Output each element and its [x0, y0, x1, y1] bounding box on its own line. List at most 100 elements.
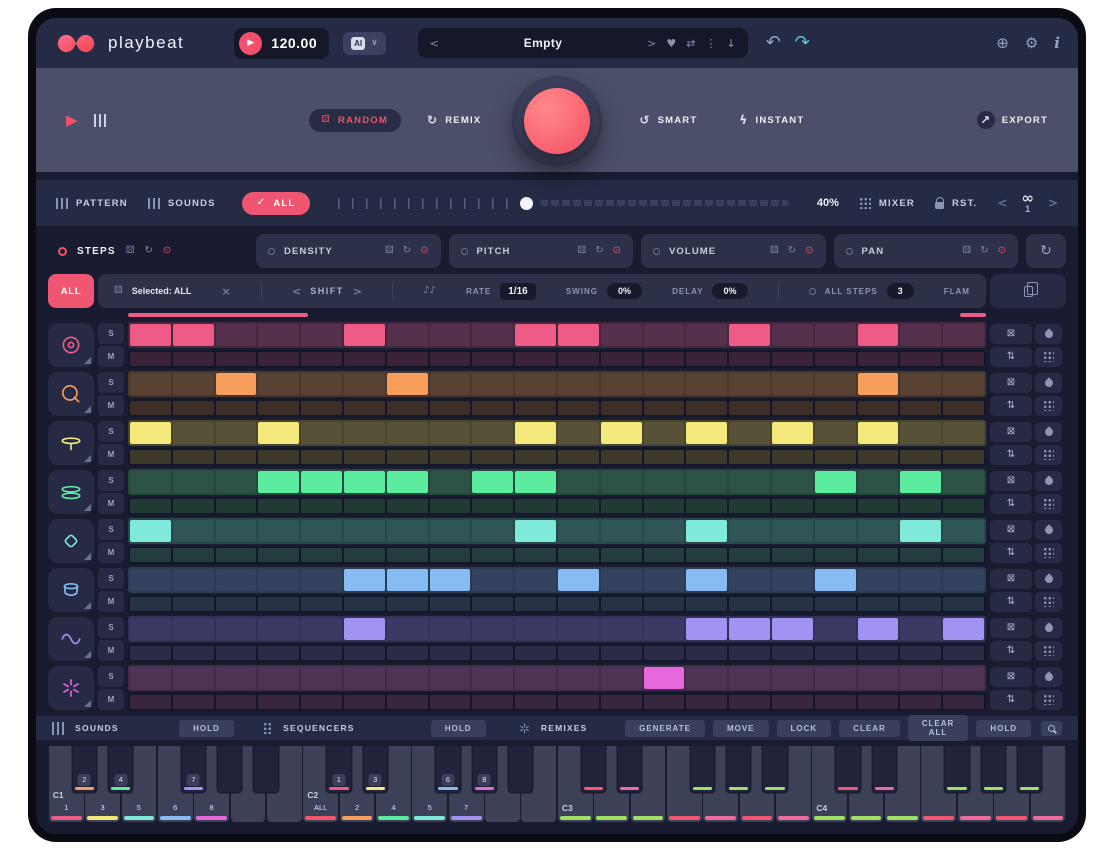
- power-icon[interactable]: ⊙: [613, 246, 621, 256]
- more-options-icon[interactable]: ⋮: [705, 38, 716, 49]
- substep-cell[interactable]: [173, 499, 214, 513]
- substep-cell[interactable]: [387, 450, 428, 464]
- step-cell[interactable]: [387, 569, 428, 591]
- substep-cell[interactable]: [729, 548, 770, 562]
- solo-button[interactable]: S: [98, 421, 124, 442]
- mute-button[interactable]: M: [98, 346, 124, 367]
- tab-volume[interactable]: VOLUME ⚄ ↻ ⊙: [641, 234, 826, 268]
- substep-cell[interactable]: [344, 401, 385, 415]
- solo-button[interactable]: S: [98, 519, 124, 540]
- piano-key-black[interactable]: 3: [364, 746, 387, 792]
- step-cell[interactable]: [216, 520, 257, 542]
- substep-cell[interactable]: [173, 695, 214, 709]
- mute-button[interactable]: M: [98, 640, 124, 661]
- redo-icon[interactable]: ↷: [795, 34, 810, 52]
- step-cell[interactable]: [216, 471, 257, 493]
- substep-cell[interactable]: [130, 646, 171, 660]
- substep-cell[interactable]: [558, 450, 599, 464]
- row-drag-handle[interactable]: [1035, 347, 1062, 367]
- substep-cell[interactable]: [344, 597, 385, 611]
- substep-cell[interactable]: [387, 401, 428, 415]
- refresh-icon[interactable]: ↻: [595, 246, 603, 256]
- step-cell[interactable]: [943, 667, 984, 689]
- step-cell[interactable]: [301, 373, 342, 395]
- power-icon[interactable]: ⊙: [163, 246, 171, 256]
- step-cell[interactable]: [515, 569, 556, 591]
- substep-cell[interactable]: [900, 597, 941, 611]
- tab-pattern[interactable]: PATTERN: [56, 198, 128, 209]
- humanize-button[interactable]: [1035, 667, 1062, 687]
- dice-icon[interactable]: ⚄: [385, 246, 394, 256]
- settings-gear-icon[interactable]: ⚙: [1025, 36, 1038, 51]
- substep-cell[interactable]: [344, 499, 385, 513]
- substep-cell[interactable]: [430, 548, 471, 562]
- substep-cell[interactable]: [472, 597, 513, 611]
- hold-button[interactable]: HOLD: [976, 720, 1031, 737]
- piano-key-black[interactable]: [509, 746, 532, 792]
- clear-row-button[interactable]: ⊠: [990, 618, 1032, 638]
- step-cell[interactable]: [601, 471, 642, 493]
- step-cell[interactable]: [472, 373, 513, 395]
- step-cell[interactable]: [815, 422, 856, 444]
- step-cell[interactable]: [900, 373, 941, 395]
- substep-cell[interactable]: [858, 548, 899, 562]
- substep-cell[interactable]: [130, 401, 171, 415]
- step-cell[interactable]: [515, 471, 556, 493]
- step-cell[interactable]: [387, 373, 428, 395]
- substep-cell[interactable]: [387, 695, 428, 709]
- step-cell[interactable]: [344, 422, 385, 444]
- substep-cell[interactable]: [815, 646, 856, 660]
- step-cell[interactable]: [858, 667, 899, 689]
- substep-cell[interactable]: [900, 499, 941, 513]
- step-cell[interactable]: [472, 667, 513, 689]
- substep-cell[interactable]: [772, 401, 813, 415]
- step-cell[interactable]: [130, 520, 171, 542]
- preset-name[interactable]: Empty: [449, 36, 637, 50]
- notes-icon[interactable]: ♪♪: [423, 286, 436, 296]
- undo-icon[interactable]: ↶: [766, 34, 781, 52]
- substep-cell[interactable]: [258, 499, 299, 513]
- track-icon-snare[interactable]: [48, 372, 94, 416]
- step-cell[interactable]: [387, 471, 428, 493]
- substep-cell[interactable]: [644, 695, 685, 709]
- substep-cell[interactable]: [943, 450, 984, 464]
- substep-cell[interactable]: [430, 352, 471, 366]
- substep-cell[interactable]: [644, 548, 685, 562]
- substep-cell[interactable]: [686, 597, 727, 611]
- substep-cell[interactable]: [729, 695, 770, 709]
- step-cell[interactable]: [301, 422, 342, 444]
- step-cell[interactable]: [815, 667, 856, 689]
- substep-cell[interactable]: [900, 646, 941, 660]
- substep-cell[interactable]: [601, 401, 642, 415]
- dice-icon[interactable]: ⚄: [578, 246, 587, 256]
- refresh-icon[interactable]: ↻: [788, 246, 796, 256]
- piano-key-black[interactable]: [618, 746, 641, 792]
- step-cell[interactable]: [686, 422, 727, 444]
- step-cell[interactable]: [858, 422, 899, 444]
- humanize-button[interactable]: [1035, 422, 1062, 442]
- step-cell[interactable]: [387, 667, 428, 689]
- step-cell[interactable]: [858, 520, 899, 542]
- step-cell[interactable]: [258, 324, 299, 346]
- step-cell[interactable]: [130, 373, 171, 395]
- substep-cell[interactable]: [815, 499, 856, 513]
- step-cell[interactable]: [558, 471, 599, 493]
- step-cell[interactable]: [772, 422, 813, 444]
- substep-cell[interactable]: [130, 695, 171, 709]
- step-cell[interactable]: [344, 667, 385, 689]
- step-cell[interactable]: [644, 373, 685, 395]
- step-cell[interactable]: [686, 373, 727, 395]
- step-cell[interactable]: [729, 667, 770, 689]
- substep-cell[interactable]: [686, 450, 727, 464]
- substep-cell[interactable]: [301, 548, 342, 562]
- substep-cell[interactable]: [472, 695, 513, 709]
- substep-cell[interactable]: [601, 597, 642, 611]
- clear-row-button[interactable]: ⊠: [990, 569, 1032, 589]
- substep-cell[interactable]: [472, 499, 513, 513]
- solo-button[interactable]: S: [98, 470, 124, 491]
- piano-key-black[interactable]: [982, 746, 1005, 792]
- solo-button[interactable]: S: [98, 372, 124, 393]
- mute-button[interactable]: M: [98, 542, 124, 563]
- substep-cell[interactable]: [772, 499, 813, 513]
- step-cell[interactable]: [815, 471, 856, 493]
